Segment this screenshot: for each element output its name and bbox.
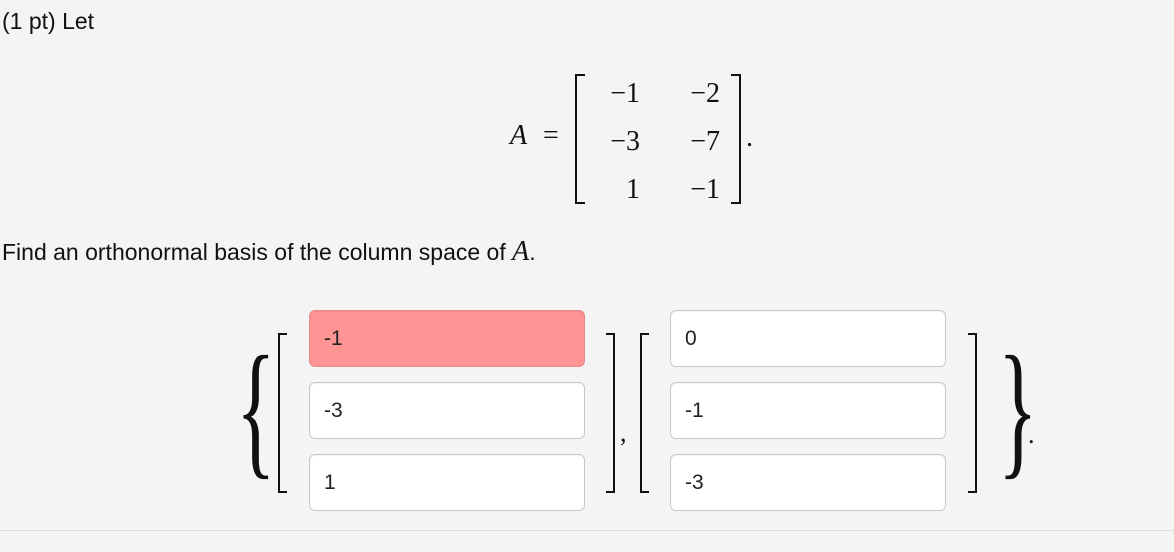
matrix-cell: 1 [626, 174, 640, 205]
vector1-entry2-input[interactable] [309, 382, 585, 439]
vector2-right-bracket [968, 333, 977, 493]
matrix-name: A [510, 120, 528, 151]
matrix-right-bracket [731, 74, 741, 204]
equals-sign: = [543, 120, 559, 151]
answer-period: . [1028, 420, 1035, 449]
vector1-entry3-input[interactable] [309, 454, 585, 511]
matrix-cell: −2 [690, 78, 720, 109]
matrix-cell: −1 [610, 78, 640, 109]
left-set-brace: { [236, 326, 276, 492]
question-body: Find an orthonormal basis of the column … [2, 239, 513, 265]
question-end: . [529, 239, 536, 265]
question-text: Find an orthonormal basis of the column … [2, 236, 536, 268]
matrix-cell: −1 [690, 174, 720, 205]
vector2-entry2-input[interactable] [670, 382, 946, 439]
question-variable: A [512, 236, 530, 267]
vector2-left-bracket [640, 333, 649, 493]
vector1-left-bracket [278, 333, 287, 493]
bottom-divider [0, 530, 1174, 531]
vector1-entry1-input[interactable] [309, 310, 585, 367]
matrix-cell: −7 [690, 126, 720, 157]
vector2-entry3-input[interactable] [670, 454, 946, 511]
matrix-a: A = −1 −2 −3 −7 1 −1 . [0, 70, 1174, 210]
matrix-period: . [746, 122, 753, 153]
right-set-brace: } [998, 326, 1038, 492]
vector1-right-bracket [606, 333, 615, 493]
vector-separator: , [620, 418, 627, 447]
vector2-entry1-input[interactable] [670, 310, 946, 367]
points-label: (1 pt) Let [2, 8, 95, 34]
matrix-cell: −3 [610, 126, 640, 157]
